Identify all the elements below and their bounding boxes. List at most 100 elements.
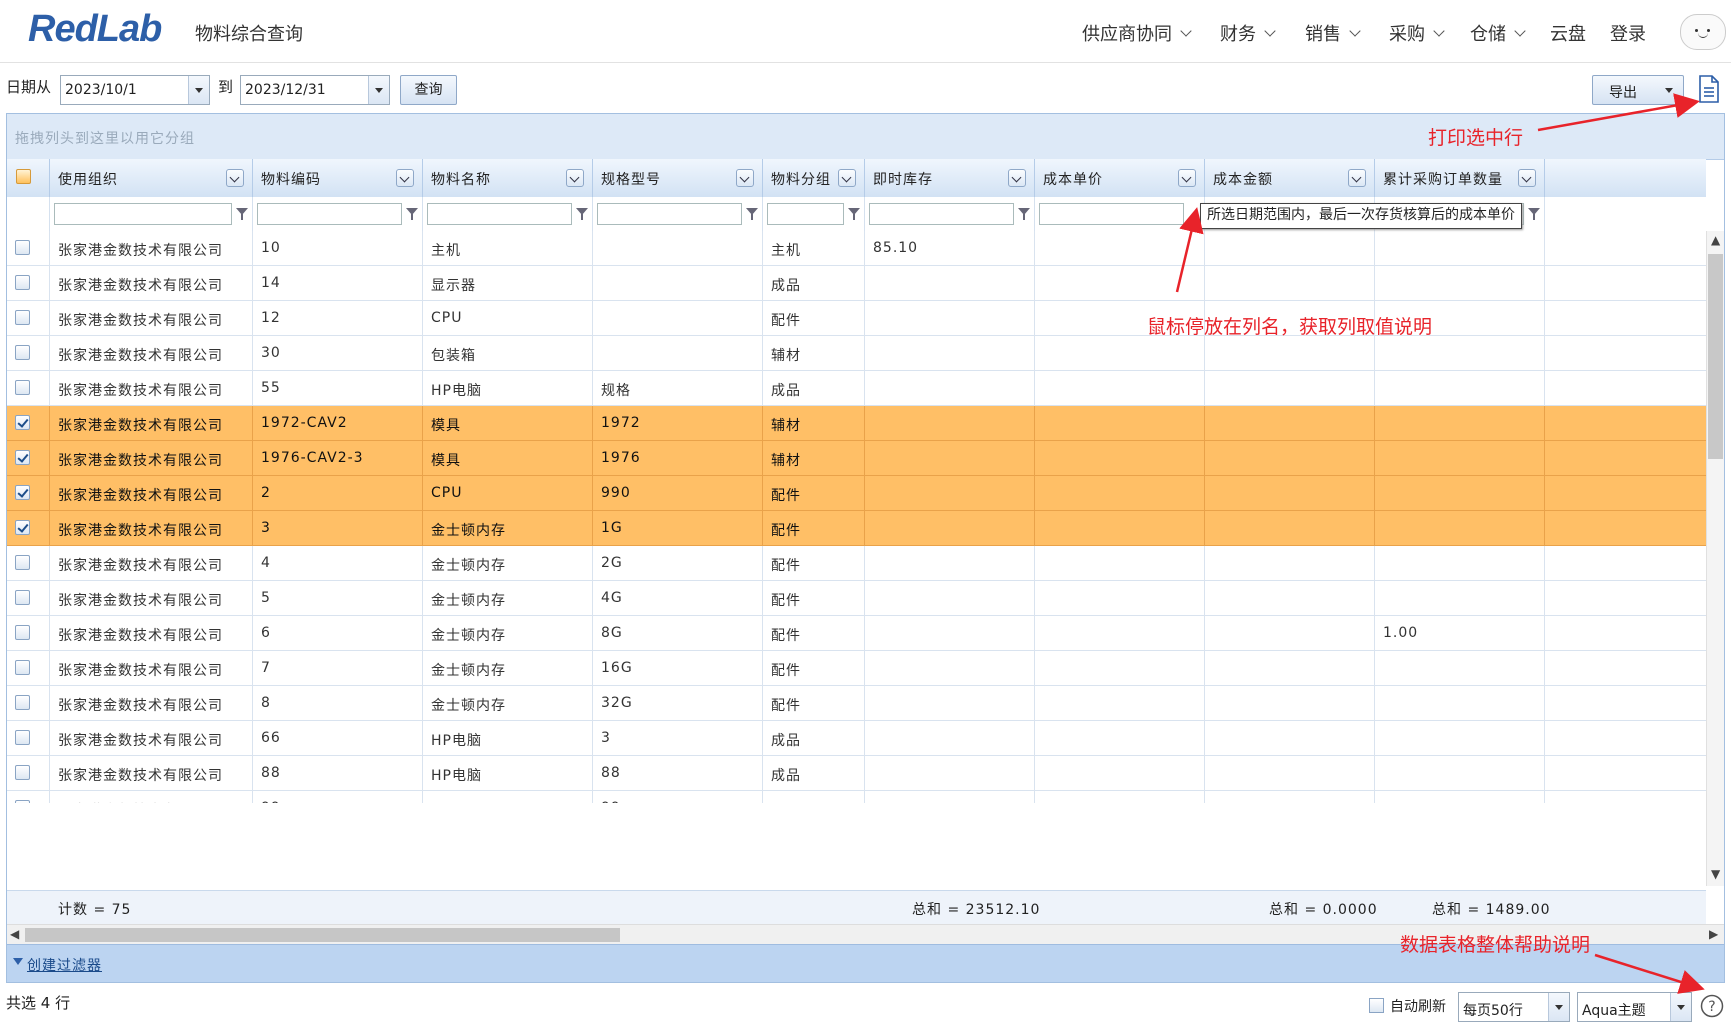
nav-finance[interactable]: 财务: [1220, 20, 1276, 46]
table-row[interactable]: 张家港金数技术有限公司 66 HP电脑 3 成品: [7, 721, 1706, 756]
table-cell[interactable]: [1375, 266, 1545, 301]
row-checkbox[interactable]: [15, 730, 30, 745]
table-cell[interactable]: [593, 231, 763, 266]
table-cell[interactable]: [1205, 266, 1375, 301]
table-cell[interactable]: [1035, 721, 1205, 756]
scroll-left-icon[interactable]: ◀: [10, 927, 19, 941]
table-cell[interactable]: [593, 266, 763, 301]
table-cell[interactable]: [1205, 231, 1375, 266]
table-cell[interactable]: 30: [253, 336, 423, 371]
table-cell[interactable]: [1035, 511, 1205, 546]
table-cell[interactable]: 16G: [593, 651, 763, 686]
table-row[interactable]: 张家港金数技术有限公司 14 显示器 成品: [7, 266, 1706, 301]
table-row[interactable]: 张家港金数技术有限公司 12 CPU 配件: [7, 301, 1706, 336]
table-cell[interactable]: 辅材: [763, 406, 865, 441]
table-cell[interactable]: [1375, 476, 1545, 511]
table-cell[interactable]: 8: [253, 686, 423, 721]
table-cell[interactable]: [1035, 406, 1205, 441]
table-cell[interactable]: [1375, 686, 1545, 721]
table-row[interactable]: 张家港金数技术有限公司 55 HP电脑 规格 成品: [7, 371, 1706, 406]
table-cell[interactable]: [1205, 791, 1375, 803]
help-icon[interactable]: ?: [1700, 994, 1724, 1018]
table-cell[interactable]: [865, 686, 1035, 721]
table-cell[interactable]: 模具: [423, 406, 593, 441]
table-cell[interactable]: [865, 791, 1035, 803]
table-row[interactable]: 张家港金数技术有限公司 2 CPU 990 配件: [7, 476, 1706, 511]
table-cell[interactable]: [593, 336, 763, 371]
column-menu-button[interactable]: [1518, 169, 1536, 187]
row-checkbox[interactable]: [15, 450, 30, 465]
table-row[interactable]: 张家港金数技术有限公司 3 金士顿内存 1G 配件: [7, 511, 1706, 546]
table-cell[interactable]: 成品: [763, 756, 865, 791]
row-checkbox[interactable]: [15, 275, 30, 290]
table-cell[interactable]: 张家港金数技术有限公司: [50, 231, 253, 266]
table-cell[interactable]: 包装箱: [423, 336, 593, 371]
table-cell[interactable]: 10: [253, 231, 423, 266]
table-cell[interactable]: 990: [593, 476, 763, 511]
table-cell[interactable]: 张家港金数技术有限公司: [50, 301, 253, 336]
column-menu-button[interactable]: [1178, 169, 1196, 187]
table-row[interactable]: 张家港金数技术有限公司 7 金士顿内存 16G 配件: [7, 651, 1706, 686]
table-cell[interactable]: 显示器: [423, 266, 593, 301]
row-checkbox[interactable]: [15, 345, 30, 360]
table-cell[interactable]: 99: [253, 791, 423, 803]
row-checkbox[interactable]: [15, 555, 30, 570]
date-from-dropdown[interactable]: [188, 76, 209, 104]
filter-funnel-icon[interactable]: [848, 208, 860, 220]
table-cell[interactable]: [1375, 756, 1545, 791]
table-row[interactable]: 张家港金数技术有限公司 99 HP电脑 99 成品: [7, 791, 1706, 803]
table-cell[interactable]: [1205, 756, 1375, 791]
table-cell[interactable]: [1375, 651, 1545, 686]
table-cell[interactable]: 55: [253, 371, 423, 406]
table-cell[interactable]: 1972-CAV2: [253, 406, 423, 441]
table-cell[interactable]: 1972: [593, 406, 763, 441]
column-menu-button[interactable]: [838, 169, 856, 187]
table-cell[interactable]: [1205, 336, 1375, 371]
filter-funnel-icon[interactable]: [236, 208, 248, 220]
table-cell[interactable]: 14: [253, 266, 423, 301]
table-row[interactable]: 张家港金数技术有限公司 6 金士顿内存 8G 配件 1.00: [7, 616, 1706, 651]
scroll-right-icon[interactable]: ▶: [1709, 927, 1718, 941]
filter-input[interactable]: [597, 203, 742, 225]
table-cell[interactable]: 7: [253, 651, 423, 686]
table-cell[interactable]: 张家港金数技术有限公司: [50, 266, 253, 301]
theme-select[interactable]: Aqua主题: [1577, 992, 1692, 1022]
table-cell[interactable]: [1375, 406, 1545, 441]
date-from-field[interactable]: 2023/10/1: [60, 75, 210, 105]
scroll-up-icon[interactable]: ▲: [1711, 233, 1720, 247]
table-cell[interactable]: 张家港金数技术有限公司: [50, 791, 253, 803]
table-cell[interactable]: [1035, 266, 1205, 301]
query-button[interactable]: 查询: [400, 75, 457, 105]
table-cell[interactable]: 金士顿内存: [423, 546, 593, 581]
table-cell[interactable]: 辅材: [763, 441, 865, 476]
column-header-unit-cost[interactable]: 成本单价: [1035, 159, 1205, 197]
table-cell[interactable]: 1976-CAV2-3: [253, 441, 423, 476]
table-cell[interactable]: [865, 546, 1035, 581]
table-cell[interactable]: 金士顿内存: [423, 616, 593, 651]
row-checkbox[interactable]: [15, 240, 30, 255]
table-cell[interactable]: 张家港金数技术有限公司: [50, 546, 253, 581]
table-row[interactable]: 张家港金数技术有限公司 5 金士顿内存 4G 配件: [7, 581, 1706, 616]
table-cell[interactable]: [865, 721, 1035, 756]
vertical-scroll-thumb[interactable]: [1708, 254, 1723, 459]
table-cell[interactable]: [1375, 546, 1545, 581]
table-cell[interactable]: [1035, 651, 1205, 686]
table-cell[interactable]: 成品: [763, 721, 865, 756]
table-cell[interactable]: 3: [253, 511, 423, 546]
table-cell[interactable]: 6: [253, 616, 423, 651]
column-menu-button[interactable]: [736, 169, 754, 187]
table-cell[interactable]: [865, 371, 1035, 406]
table-cell[interactable]: [1035, 231, 1205, 266]
print-document-icon[interactable]: [1698, 75, 1720, 103]
table-cell[interactable]: 1976: [593, 441, 763, 476]
table-cell[interactable]: [865, 511, 1035, 546]
table-cell[interactable]: 88: [593, 756, 763, 791]
table-cell[interactable]: 张家港金数技术有限公司: [50, 651, 253, 686]
table-cell[interactable]: [1375, 336, 1545, 371]
table-cell[interactable]: [865, 406, 1035, 441]
logo[interactable]: RedLab: [28, 8, 162, 51]
table-cell[interactable]: 张家港金数技术有限公司: [50, 476, 253, 511]
table-cell[interactable]: [865, 581, 1035, 616]
column-menu-button[interactable]: [226, 169, 244, 187]
table-cell[interactable]: 金士顿内存: [423, 651, 593, 686]
